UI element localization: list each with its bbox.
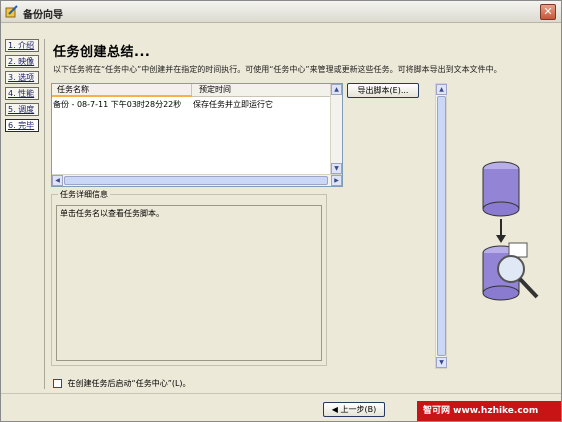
page-title: 任务创建总结... [53,45,151,60]
main-panel: 任务创建总结... 以下任务将在“任务中心”中创建并在指定的时间执行。可使用“任… [45,37,555,391]
auto-run-checkbox[interactable] [53,379,62,388]
step-image[interactable]: 2. 映像 [5,55,39,68]
step-performance[interactable]: 4. 性能 [5,87,39,100]
step-options[interactable]: 3. 选项 [5,71,39,84]
wizard-footer: ◀ 上一步(B) 智可网 www.hzhike.com [1,393,561,421]
database-search-illustration-icon [482,161,539,301]
scroll-right-arrow-icon[interactable]: ▶ [331,175,342,186]
scroll-down-arrow-icon[interactable]: ▼ [436,357,447,368]
close-button[interactable]: ✕ [540,4,556,20]
task-list-header: 任务名称 预定时间 [52,84,330,97]
task-details-text: 单击任务名以查看任务脚本。 [56,205,322,361]
step-schedule[interactable]: 5. 调度 [5,103,39,116]
scroll-down-arrow-icon[interactable]: ▼ [331,163,342,174]
details-vscrollbar[interactable]: ▲ ▼ [435,83,447,369]
page-description: 以下任务将在“任务中心”中创建并在指定的时间执行。可使用“任务中心”来管理或更新… [53,65,502,74]
sort-indicator [52,95,192,97]
scroll-left-arrow-icon[interactable]: ◀ [52,175,63,186]
auto-run-label: 在创建任务后启动“任务中心”(L)。 [67,379,191,388]
hscroll-thumb[interactable] [64,176,328,185]
task-name-cell: 备份 - 08-7-11 下午03时28分22秒 [53,100,182,109]
wizard-steps: 1. 介绍 2. 映像 3. 选项 4. 性能 5. 调度 6. 完毕 [5,39,45,389]
step-intro[interactable]: 1. 介绍 [5,39,39,52]
column-scheduled-time[interactable]: 预定时间 [193,84,330,97]
auto-run-option[interactable]: 在创建任务后启动“任务中心”(L)。 [53,378,191,389]
task-details-legend: 任务详细信息 [58,189,110,200]
scroll-up-arrow-icon[interactable]: ▲ [436,84,447,95]
table-row[interactable]: 备份 - 08-7-11 下午03时28分22秒 保存任务并立即运行它 [53,99,273,110]
title-bar[interactable]: 备份向导 ✕ [1,1,561,23]
task-time-cell: 保存任务并立即运行它 [193,100,273,109]
step-finish[interactable]: 6. 完毕 [5,119,39,132]
task-list[interactable]: 任务名称 预定时间 备份 - 08-7-11 下午03时28分22秒 保存任务并… [51,83,343,187]
vscroll-thumb[interactable] [437,96,446,356]
task-list-vscrollbar[interactable]: ▲ ▼ [330,84,342,174]
window-title: 备份向导 [23,10,63,21]
wizard-icon [5,5,18,18]
site-watermark: 智可网 www.hzhike.com [417,401,561,421]
wizard-window: 备份向导 ✕ 1. 介绍 2. 映像 3. 选项 4. 性能 5. 调度 6. … [0,0,562,422]
task-details-group: 任务详细信息 单击任务名以查看任务脚本。 [51,189,327,366]
task-list-hscrollbar[interactable]: ◀ ▶ [52,174,342,186]
back-button[interactable]: ◀ 上一步(B) [323,402,385,417]
scroll-up-arrow-icon[interactable]: ▲ [331,84,342,95]
export-script-button[interactable]: 导出脚本(E)... [347,83,419,98]
